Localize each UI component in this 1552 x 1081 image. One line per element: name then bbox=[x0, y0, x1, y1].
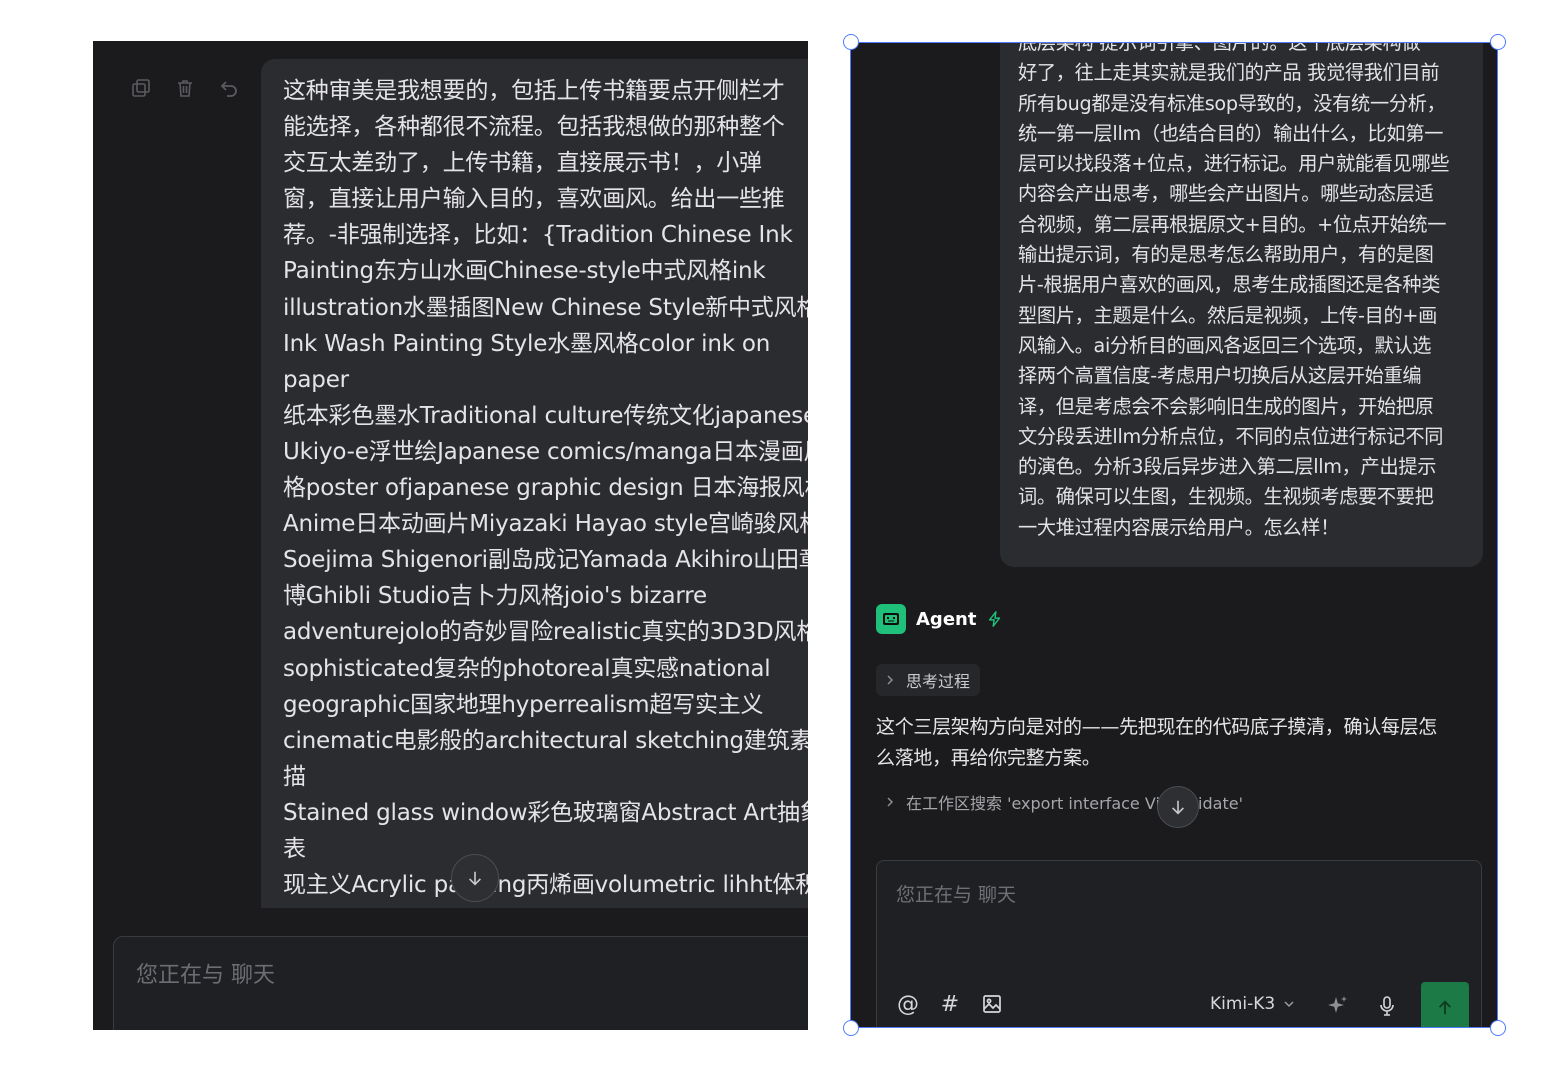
right-chat-panel: 底层架构 提示词引擎、图片的。这个底层架构做 好了，往上走其实就是我们的产品 我… bbox=[851, 42, 1498, 1028]
thinking-process-toggle[interactable]: 思考过程 bbox=[876, 664, 981, 696]
message-actions bbox=[131, 77, 239, 99]
agent-header: Agent bbox=[876, 604, 1004, 634]
agent-robot-icon bbox=[883, 613, 899, 625]
mention-icon[interactable]: @ bbox=[897, 992, 919, 1017]
chat-input-placeholder: 您正在与 聊天 bbox=[896, 884, 1017, 906]
undo-icon[interactable] bbox=[219, 77, 239, 99]
scroll-down-button[interactable] bbox=[1157, 786, 1199, 828]
input-toolbar: @ # bbox=[897, 992, 1003, 1017]
image-icon[interactable] bbox=[981, 993, 1003, 1015]
model-selector[interactable]: Kimi-K3 bbox=[1210, 994, 1295, 1014]
sparkle-icon[interactable] bbox=[1325, 994, 1349, 1018]
thinking-process-label: 思考过程 bbox=[906, 672, 971, 691]
resize-handle-bottom-left[interactable] bbox=[843, 1020, 859, 1036]
agent-reply: 这个三层架构方向是对的——先把现在的代码底子摸清，确认每层怎 么落地，再给你完整… bbox=[876, 716, 1438, 769]
agent-name: Agent bbox=[916, 608, 977, 630]
chevron-down-icon bbox=[1284, 1001, 1294, 1008]
chevron-right-icon bbox=[887, 675, 894, 685]
bolt-icon bbox=[986, 610, 1004, 628]
arrow-down-icon bbox=[469, 871, 481, 886]
delete-icon[interactable] bbox=[175, 77, 195, 99]
resize-handle-bottom-right[interactable] bbox=[1490, 1020, 1506, 1036]
copy-icon[interactable] bbox=[131, 77, 151, 99]
agent-avatar bbox=[876, 604, 906, 634]
microphone-icon[interactable] bbox=[1377, 995, 1397, 1017]
send-button[interactable] bbox=[1421, 982, 1469, 1028]
left-chat-panel: 这种审美是我想要的，包括上传书籍要点开侧栏才 能选择，各种都很不流程。包括我想做… bbox=[93, 41, 808, 1030]
arrow-down-icon bbox=[1172, 800, 1184, 815]
chat-input[interactable]: 您正在与 聊天 @ # Kimi-K3 bbox=[876, 860, 1482, 1028]
scroll-down-button[interactable] bbox=[451, 854, 499, 902]
chat-input-placeholder: 您正在与 聊天 bbox=[136, 963, 275, 988]
hashtag-icon[interactable]: # bbox=[939, 992, 961, 1017]
resize-handle-top-left[interactable] bbox=[843, 34, 859, 50]
chevron-right-icon bbox=[887, 797, 894, 807]
resize-handle-top-right[interactable] bbox=[1490, 34, 1506, 50]
user-message-bubble: 底层架构 提示词引擎、图片的。这个底层架构做 好了，往上走其实就是我们的产品 我… bbox=[1000, 42, 1483, 567]
user-message-text: 底层架构 提示词引擎、图片的。这个底层架构做 好了，往上走其实就是我们的产品 我… bbox=[1018, 42, 1450, 539]
user-message-bubble: 这种审美是我想要的，包括上传书籍要点开侧栏才 能选择，各种都很不流程。包括我想做… bbox=[261, 59, 808, 908]
model-name: Kimi-K3 bbox=[1210, 994, 1276, 1014]
arrow-up-icon bbox=[1438, 1000, 1452, 1015]
chat-input[interactable]: 您正在与 聊天 bbox=[113, 936, 808, 1030]
user-message-text: 这种审美是我想要的，包括上传书籍要点开侧栏才 能选择，各种都很不流程。包括我想做… bbox=[283, 78, 808, 899]
